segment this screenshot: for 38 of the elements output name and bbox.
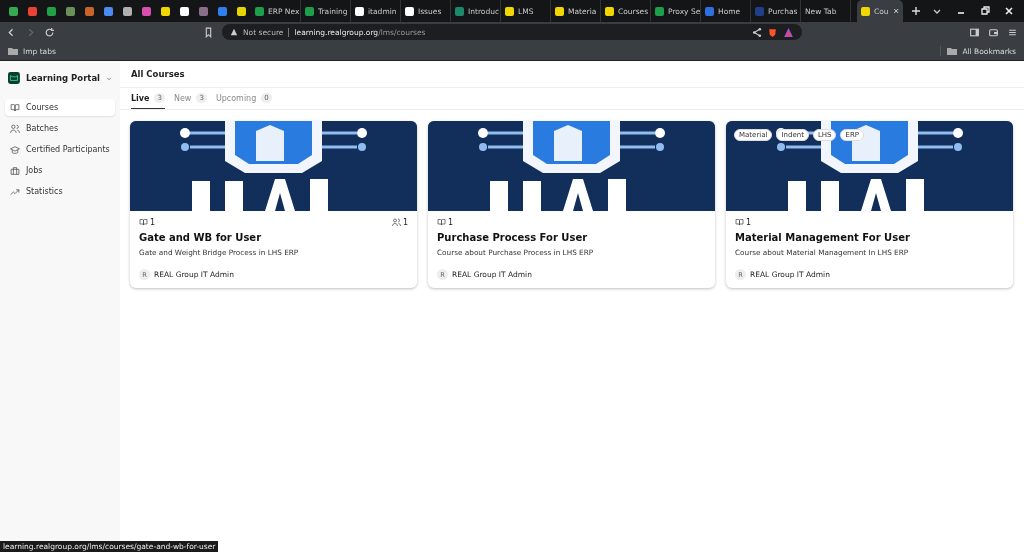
course-title: Purchase Process For User — [437, 232, 589, 243]
logo-icon — [8, 69, 20, 87]
course-title: Gate and WB for User — [139, 232, 263, 243]
wallet-icon[interactable] — [988, 26, 999, 38]
lesson-count: 1 — [735, 218, 752, 227]
trend-icon — [10, 186, 20, 197]
briefcase-icon — [10, 165, 20, 176]
folder-icon — [947, 46, 958, 56]
close-icon[interactable] — [892, 7, 899, 15]
users-icon — [10, 123, 20, 134]
share-icon[interactable] — [751, 26, 762, 38]
new-tab-icon[interactable] — [911, 6, 921, 16]
lesson-count: 1 — [437, 218, 454, 227]
lesson-count: 1 — [139, 218, 156, 227]
shield-icon[interactable] — [767, 26, 778, 38]
course-title: Material Management For User — [735, 232, 911, 243]
book-icon — [139, 218, 148, 227]
folder-icon — [8, 46, 18, 56]
sidebar-icon[interactable] — [969, 26, 980, 38]
reload-icon[interactable] — [44, 26, 55, 38]
graduation-cap-icon — [10, 144, 20, 155]
book-icon — [735, 218, 744, 227]
sidebar-item[interactable]: Statistics — [5, 183, 115, 200]
brand-name[interactable]: Learning Portal — [25, 73, 101, 83]
page-title: All Courses — [131, 69, 185, 79]
book-icon — [437, 218, 446, 227]
sidebar-item[interactable]: Courses — [5, 99, 115, 116]
sidebar-item[interactable]: Certified Participants — [5, 141, 115, 158]
bookmark-icon[interactable] — [203, 26, 214, 38]
users-icon — [391, 218, 401, 227]
restore-icon[interactable] — [980, 6, 990, 16]
warning-icon — [230, 28, 238, 36]
close-icon[interactable] — [1004, 6, 1014, 16]
sidebar-item[interactable]: Batches — [5, 120, 115, 137]
book-icon — [10, 102, 20, 113]
triangle-icon[interactable] — [783, 26, 794, 38]
student-count: 1 — [391, 218, 408, 227]
sidebar-item[interactable]: Jobs — [5, 162, 115, 179]
